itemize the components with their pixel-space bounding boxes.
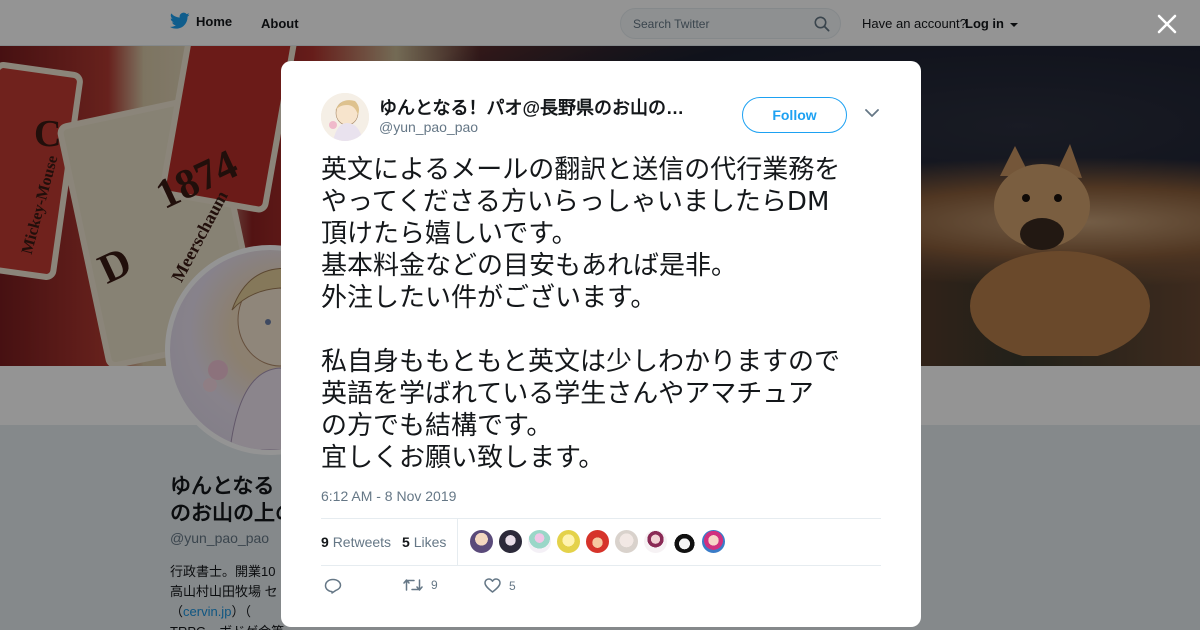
chevron-down-icon[interactable] (865, 109, 879, 118)
liker-avatar[interactable] (498, 529, 523, 554)
liker-avatar[interactable] (614, 529, 639, 554)
follow-button[interactable]: Follow (742, 97, 847, 133)
tweet-author-avatar[interactable] (321, 93, 369, 141)
liker-avatar[interactable] (585, 529, 610, 554)
retweet-icon (403, 579, 423, 591)
retweet-action[interactable]: 9 (403, 578, 438, 592)
tweet-timestamp[interactable]: 6:12 AM - 8 Nov 2019 (321, 488, 456, 504)
likers-avatars (469, 529, 726, 554)
stats-divider (457, 519, 458, 565)
retweets-label: Retweets (332, 534, 392, 550)
liker-avatar[interactable] (672, 529, 697, 554)
liker-avatar[interactable] (469, 529, 494, 554)
tweet-author-name[interactable]: ゆんとなる！パオ@長野県のお山の… (379, 94, 684, 120)
tweet-modal: ゆんとなる！パオ@長野県のお山の… @yun_pao_pao Follow 英文… (281, 61, 921, 627)
likes-label: Likes (413, 534, 447, 550)
like-action[interactable]: 5 (484, 578, 516, 593)
reply-action[interactable] (324, 578, 342, 594)
liker-avatar[interactable] (527, 529, 552, 554)
retweets-count: 9 (321, 534, 329, 550)
heart-icon (484, 578, 501, 593)
liker-avatar[interactable] (556, 529, 581, 554)
tweet-author-handle[interactable]: @yun_pao_pao (379, 119, 478, 135)
retweets-stat[interactable]: 9 Retweets (321, 534, 391, 550)
reply-icon (324, 578, 342, 594)
likes-stat[interactable]: 5 Likes (402, 534, 446, 550)
likes-count: 5 (402, 534, 410, 550)
author-avatar-illustration (321, 93, 369, 141)
close-icon[interactable] (1156, 13, 1178, 35)
tweet-stats: 9 Retweets 5 Likes (321, 518, 881, 566)
like-action-count: 5 (509, 578, 516, 593)
retweet-action-count: 9 (431, 578, 438, 592)
tweet-text: 英文によるメールの翻訳と送信の代行業務を やってくださる方いらっしゃいましたらD… (321, 155, 841, 473)
liker-avatar[interactable] (643, 529, 668, 554)
liker-avatar[interactable] (701, 529, 726, 554)
